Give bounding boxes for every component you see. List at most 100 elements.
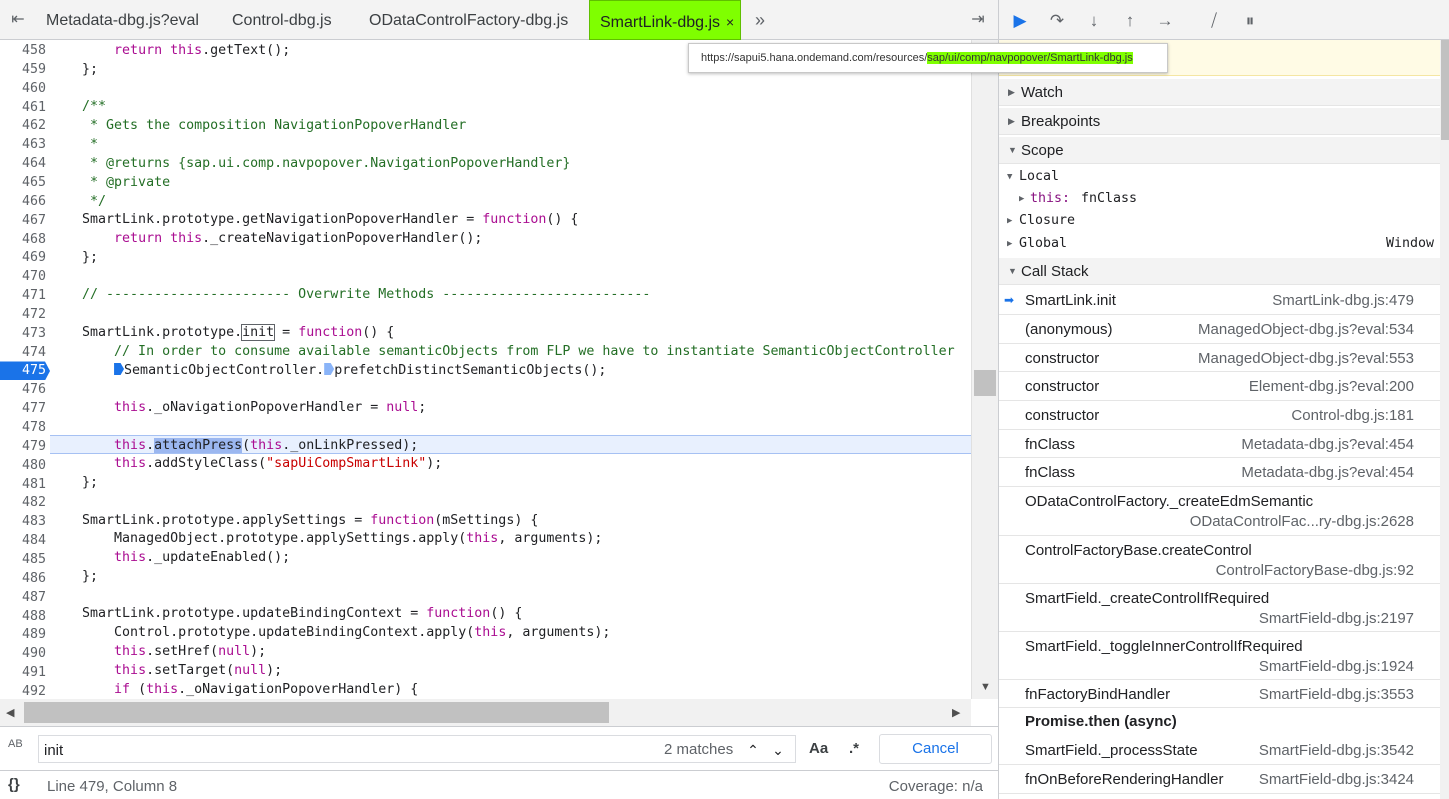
close-icon[interactable]: × [726,14,734,30]
line-number-gutter[interactable]: 458 459 460 461 462 463 464 465 466 467 468 469 470 4… [0,40,50,699]
previous-match-button[interactable]: ⌃ [741,740,765,760]
line-number[interactable]: 461 [0,98,46,117]
call-frame-location[interactable]: SmartField-dbg.js:3553 [1259,686,1414,703]
resume-icon[interactable]: ▶ [1009,10,1031,32]
call-frame-location[interactable]: SmartField-dbg.js:3542 [1259,742,1414,759]
step-icon[interactable]: → [1154,10,1176,32]
section-breakpoints[interactable]: ▶ Breakpoints [999,108,1440,135]
scope-local[interactable]: ▼ Local [999,166,1440,188]
line-number[interactable]: 477 [0,399,46,418]
line-number[interactable]: 481 [0,475,46,494]
line-number[interactable]: 489 [0,625,46,644]
line-number[interactable]: 488 [0,607,46,626]
line-number[interactable]: 464 [0,154,46,173]
line-number[interactable]: 459 [0,60,46,79]
line-number[interactable]: 463 [0,135,46,154]
scope-closure[interactable]: ▶ Closure [999,210,1440,232]
call-frame[interactable]: (anonymous) ManagedObject-dbg.js?eval:534 [999,315,1440,344]
cancel-button[interactable]: Cancel [879,734,992,764]
scroll-left-icon[interactable]: ◀ [6,706,14,719]
section-call-stack[interactable]: ▼ Call Stack [999,258,1440,285]
next-match-button[interactable]: ⌄ [766,740,790,760]
tab-smartlink[interactable]: SmartLink-dbg.js × [589,0,742,40]
scrollbar-thumb[interactable] [24,702,609,723]
scroll-right-icon[interactable]: ▶ [952,706,960,719]
inline-breakpoint-icon[interactable] [114,363,125,375]
pause-on-exceptions-icon[interactable]: ⏸ [1239,10,1261,32]
line-number[interactable]: 474 [0,343,46,362]
call-frame[interactable]: ControlFactoryBase.createControl ControlF… [999,536,1440,584]
call-frame[interactable]: SmartField._processState SmartField-dbg.j… [999,736,1440,765]
code-editor[interactable]: return this.getText(); }; /** * Gets the… [50,40,971,699]
tab-odatacontrolfactory[interactable]: ODataControlFactory-dbg.js [369,0,568,40]
line-number[interactable]: 482 [0,493,46,512]
line-number[interactable]: 460 [0,79,46,98]
call-frame-location[interactable]: ODataControlFac...ry-dbg.js:2628 [1190,513,1414,530]
line-number[interactable]: 483 [0,512,46,531]
line-number[interactable]: 480 [0,456,46,475]
sidebar-scrollbar[interactable] [1440,40,1449,799]
scroll-down-icon[interactable]: ▼ [980,681,991,693]
call-frame-location[interactable]: SmartField-dbg.js:1924 [1259,658,1414,675]
line-number[interactable]: 476 [0,380,46,399]
line-number[interactable]: 458 [0,41,46,60]
line-number[interactable]: 470 [0,267,46,286]
call-frame[interactable]: fnFactoryBindHandler SmartField-dbg.js:35… [999,680,1440,708]
section-scope[interactable]: ▼ Scope [999,137,1440,164]
line-number[interactable]: 469 [0,248,46,267]
call-frame[interactable]: fnOnBeforeRenderingHandler SmartField-dbg… [999,765,1440,794]
call-frame-location[interactable]: Element-dbg.js?eval:200 [1249,378,1414,395]
editor-horizontal-scrollbar[interactable]: ◀ ▶ [0,699,971,726]
call-frame-location[interactable]: SmartField-dbg.js:2197 [1259,610,1414,627]
toggle-navigator-icon[interactable]: ⇤ [8,10,28,30]
call-frame[interactable]: fnClass Metadata-dbg.js?eval:454 [999,458,1440,487]
breakpoint-line-number[interactable]: 475 [0,361,50,381]
step-over-icon[interactable]: ↷ [1046,10,1068,32]
step-into-icon[interactable]: ↓ [1083,10,1105,32]
tab-control[interactable]: Control-dbg.js [232,0,332,40]
section-watch[interactable]: ▶ Watch [999,79,1440,106]
pretty-print-icon[interactable]: {} [8,776,20,793]
line-number[interactable]: 468 [0,230,46,249]
line-number[interactable]: 478 [0,418,46,437]
scope-this[interactable]: ▶ this: fnClass [999,188,1440,210]
find-input[interactable] [44,740,604,760]
inline-breakpoint-icon[interactable] [324,363,335,375]
regex-button[interactable]: .* [849,740,859,757]
call-frame-location[interactable]: SmartField-dbg.js:3424 [1259,771,1414,788]
line-number[interactable]: 491 [0,663,46,682]
call-frame-location[interactable]: Metadata-dbg.js?eval:454 [1241,464,1414,481]
line-number[interactable]: 479 [0,437,46,456]
call-frame[interactable]: ODataControlFactory._createEdmSemantic OD… [999,487,1440,536]
scope-global[interactable]: ▶ Global Window [999,233,1440,255]
call-frame-location[interactable]: Metadata-dbg.js?eval:454 [1241,436,1414,453]
call-frame[interactable]: ➡ SmartLink.init SmartLink-dbg.js:479 [999,286,1440,315]
line-number[interactable]: 486 [0,569,46,588]
call-frame[interactable]: constructor Element-dbg.js?eval:200 [999,372,1440,401]
call-frame[interactable]: fnClass Metadata-dbg.js?eval:454 [999,430,1440,458]
line-number[interactable]: 487 [0,588,46,607]
call-frame-location[interactable]: ControlFactoryBase-dbg.js:92 [1216,562,1414,579]
line-number[interactable]: 492 [0,682,46,699]
line-number[interactable]: 466 [0,192,46,211]
editor-vertical-scrollbar[interactable]: ▼ [971,40,998,699]
call-frame[interactable]: SmartField._toggleInnerControlIfRequired… [999,632,1440,680]
line-number[interactable]: 490 [0,644,46,663]
match-case-button[interactable]: Aa [809,740,828,757]
line-number[interactable]: 484 [0,531,46,550]
toggle-debugger-icon[interactable]: ⇥ [968,10,988,30]
line-number[interactable]: 473 [0,324,46,343]
line-number[interactable]: 462 [0,116,46,135]
more-tabs-icon[interactable]: » [750,10,770,30]
call-frame-location[interactable]: ManagedObject-dbg.js?eval:534 [1198,321,1414,338]
line-number[interactable]: 485 [0,550,46,569]
call-frame[interactable]: SmartField._createControlIfRequired Smart… [999,584,1440,632]
line-number[interactable]: 471 [0,286,46,305]
step-out-icon[interactable]: ↑ [1119,10,1141,32]
replace-toggle-icon[interactable]: AB [8,738,23,750]
call-frame-location[interactable]: ManagedObject-dbg.js?eval:553 [1198,350,1414,367]
tab-metadata[interactable]: Metadata-dbg.js?eval [46,0,199,40]
line-number[interactable]: 465 [0,173,46,192]
call-frame-location[interactable]: Control-dbg.js:181 [1291,407,1414,424]
call-frame[interactable]: constructor ManagedObject-dbg.js?eval:553 [999,344,1440,372]
